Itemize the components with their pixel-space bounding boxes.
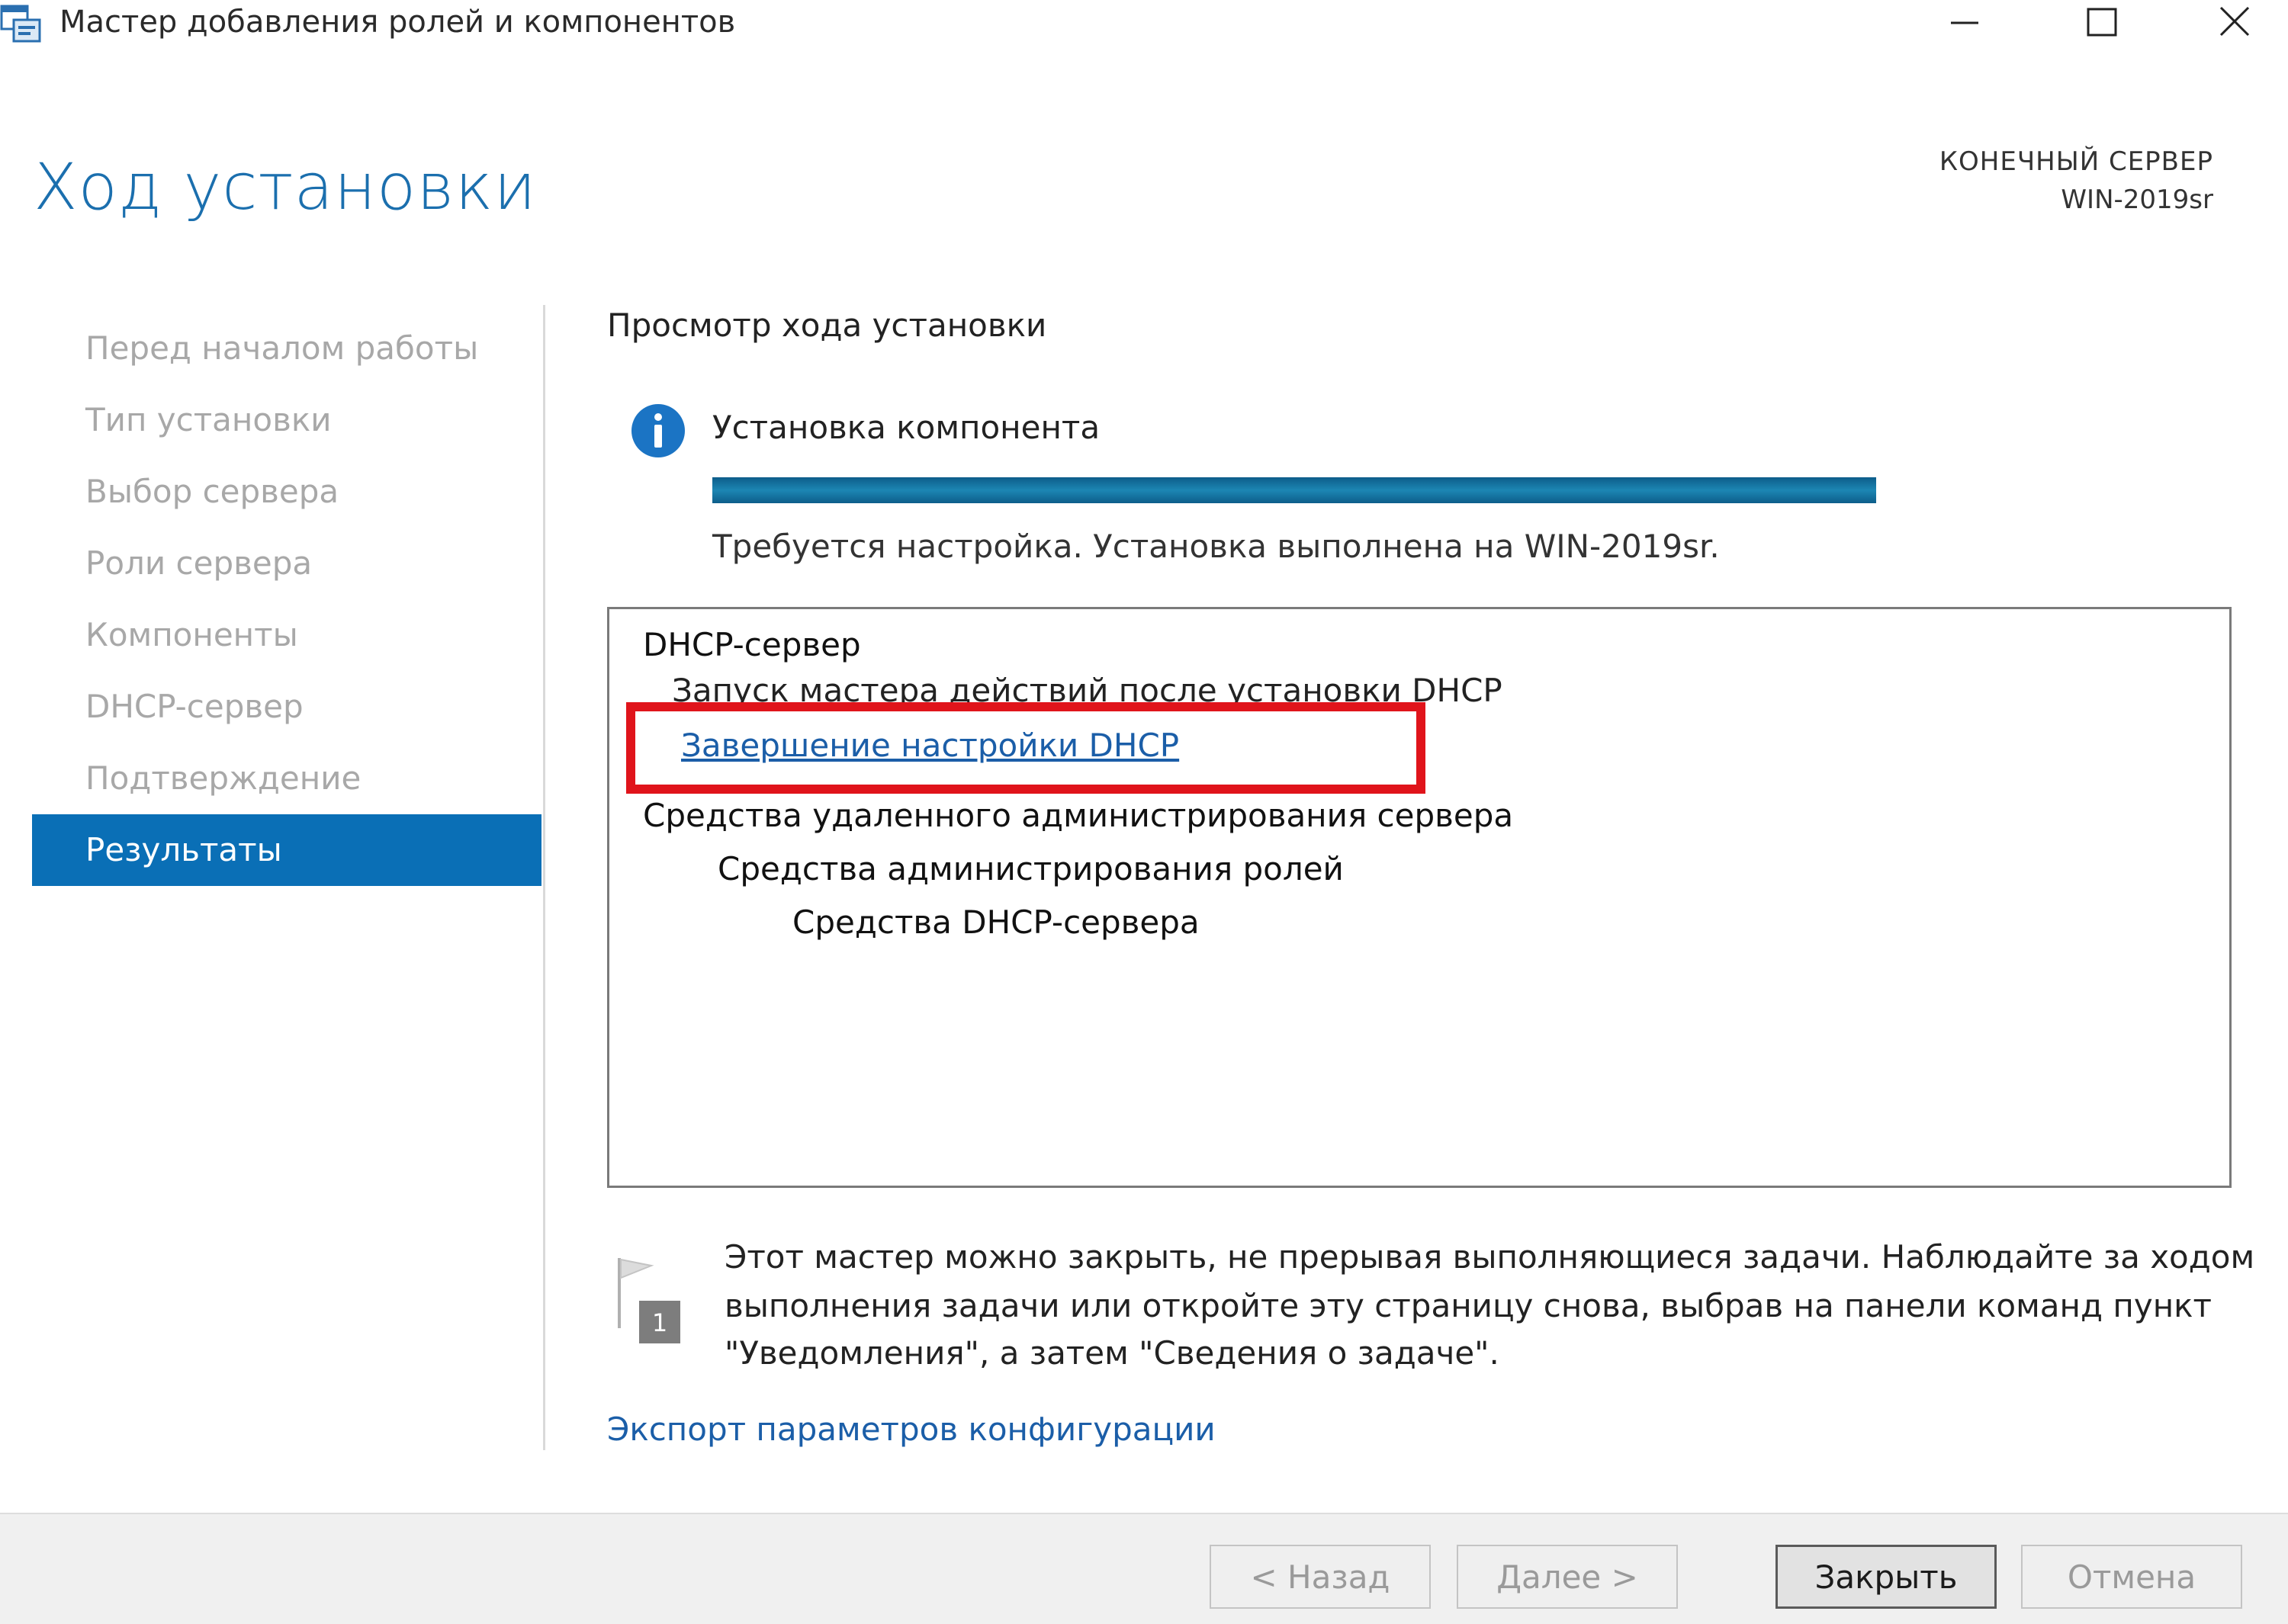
nav-item-server-roles[interactable]: Роли сервера xyxy=(32,528,541,599)
progress-bar xyxy=(712,477,1876,503)
next-button[interactable]: Далее > xyxy=(1457,1545,1678,1609)
maximize-button[interactable] xyxy=(2059,0,2143,50)
wizard-footer: < Назад Далее > Закрыть Отмена xyxy=(0,1513,2288,1624)
note-line: выполнения задачи или откройте эту стран… xyxy=(725,1287,2212,1324)
wizard-steps-nav: Перед началом работы Тип установки Выбор… xyxy=(32,313,541,886)
results-list: DHCP-сервер Запуск мастера действий посл… xyxy=(607,607,2232,1188)
nav-item-before-you-begin[interactable]: Перед началом работы xyxy=(32,313,541,384)
cancel-button[interactable]: Отмена xyxy=(2021,1545,2242,1609)
result-rsat: Средства удаленного администрирования се… xyxy=(643,797,1514,834)
progress-bar-fill xyxy=(712,477,1876,503)
nav-item-results[interactable]: Результаты xyxy=(32,814,541,886)
page-title: Ход установки xyxy=(34,149,537,224)
nav-item-dhcp-server[interactable]: DHCP-сервер xyxy=(32,671,541,743)
minimize-button[interactable] xyxy=(1922,0,2006,50)
destination-server-label: КОНЕЧНЫЙ СЕРВЕР xyxy=(1939,146,2213,177)
progress-title: Установка компонента xyxy=(712,409,1101,446)
nav-item-server-selection[interactable]: Выбор сервера xyxy=(32,456,541,528)
flag-icon: 1 xyxy=(613,1255,682,1346)
app-icon xyxy=(0,3,43,46)
note-line: Этот мастер можно закрыть, не прерывая в… xyxy=(725,1238,2255,1276)
result-dhcp-tools: Средства DHCP-сервера xyxy=(792,903,1200,941)
result-role-admin-tools: Средства администрирования ролей xyxy=(718,850,1344,887)
close-wizard-button[interactable]: Закрыть xyxy=(1775,1545,1997,1609)
nav-item-features[interactable]: Компоненты xyxy=(32,599,541,671)
result-dhcp-server: DHCP-сервер xyxy=(643,626,861,663)
nav-item-installation-type[interactable]: Тип установки xyxy=(32,384,541,456)
close-icon xyxy=(2219,6,2250,37)
export-configuration-link[interactable]: Экспорт параметров конфигурации xyxy=(607,1411,1216,1448)
minimize-icon xyxy=(1951,21,1978,24)
nav-divider xyxy=(543,305,545,1450)
maximize-icon xyxy=(2087,8,2117,37)
section-heading: Просмотр хода установки xyxy=(607,307,1047,344)
nav-item-confirmation[interactable]: Подтверждение xyxy=(32,743,541,814)
progress-status: Требуется настройка. Установка выполнена… xyxy=(712,528,1720,565)
close-button[interactable] xyxy=(2193,0,2277,50)
highlight-box xyxy=(626,702,1425,794)
flag-badge: 1 xyxy=(652,1308,667,1337)
window-title: Мастер добавления ролей и компонентов xyxy=(59,5,736,40)
note-line: "Уведомления", а затем "Сведения о задач… xyxy=(725,1334,1499,1372)
destination-server-value: WIN-2019sr xyxy=(2061,185,2213,215)
back-button[interactable]: < Назад xyxy=(1210,1545,1431,1609)
info-icon xyxy=(630,403,686,459)
